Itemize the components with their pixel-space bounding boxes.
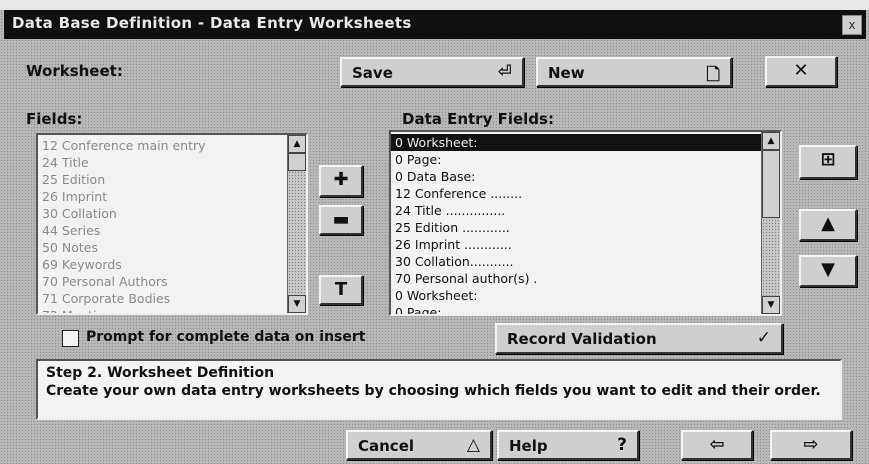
list-item[interactable]: 24 Title <box>42 154 306 171</box>
next-button[interactable]: ⇨ <box>770 430 852 460</box>
list-item[interactable]: 50 Notes <box>42 239 306 256</box>
list-item[interactable]: 30 Collation........... <box>395 253 780 270</box>
list-item[interactable]: 71 Corporate Bodies <box>42 290 306 307</box>
prompt-checkbox[interactable] <box>62 330 79 347</box>
record-validation-button[interactable]: Record Validation ✓ <box>495 323 783 354</box>
arrow-up-icon: ▲ <box>821 213 835 234</box>
cancel-button-label: Cancel <box>358 437 415 455</box>
data-entry-fields-listbox[interactable]: 0 Worksheet: 0 Page: 0 Data Base: 12 Confer… <box>389 130 782 316</box>
remove-field-icon: ▬ <box>332 209 350 230</box>
add-field-icon: ✚ <box>333 169 349 190</box>
scroll-thumb[interactable] <box>288 153 306 171</box>
insert-icon: ⊞ <box>820 149 836 170</box>
save-button[interactable]: Save ⏎ <box>340 57 524 87</box>
back-button[interactable]: ⇦ <box>681 430 753 460</box>
list-item[interactable]: 70 Personal author(s) . <box>395 270 780 287</box>
scroll-thumb[interactable] <box>762 150 780 218</box>
list-item[interactable]: 26 Imprint <box>42 188 306 205</box>
list-item[interactable]: 0 Worksheet: <box>391 134 780 151</box>
status-heading: Step 2. Worksheet Definition <box>46 365 275 381</box>
list-item[interactable]: 30 Collation <box>42 205 306 222</box>
list-item[interactable]: 26 Imprint ............ <box>395 236 780 253</box>
new-document-icon: 🗋 <box>706 65 720 85</box>
scroll-up-arrow-icon[interactable]: ▲ <box>288 135 306 153</box>
arrow-left-icon: ⇦ <box>709 434 725 455</box>
help-button-label: Help <box>509 437 548 455</box>
delete-worksheet-button[interactable]: ✕ <box>765 56 837 87</box>
top-strip <box>0 0 869 10</box>
new-button[interactable]: New 🗋 <box>536 57 732 87</box>
arrow-right-icon: ⇨ <box>803 434 819 455</box>
list-item[interactable]: 0 Page: <box>395 151 780 168</box>
delete-icon: ✕ <box>793 60 809 81</box>
window-title: Data Base Definition - Data Entry Worksh… <box>12 14 412 32</box>
title-bar: Data Base Definition - Data Entry Worksh… <box>4 10 866 39</box>
text-icon: T <box>334 279 348 300</box>
list-item[interactable]: 69 Keywords <box>42 256 306 273</box>
arrow-down-icon: ▼ <box>821 259 835 280</box>
question-mark-icon: ? <box>617 435 627 455</box>
data-entry-fields-list: 0 Worksheet: 0 Page: 0 Data Base: 12 Confer… <box>391 132 780 314</box>
save-icon: ⏎ <box>497 62 512 82</box>
status-panel: Step 2. Worksheet Definition Create your… <box>36 359 842 420</box>
fields-list: 12 Conference main entry 24 Title 25 Editi… <box>38 135 306 313</box>
move-up-button[interactable]: ▲ <box>799 209 857 241</box>
prompt-label: Prompt for complete data on insert <box>86 329 366 345</box>
data-entry-fields-scrollbar[interactable]: ▲ ▼ <box>761 132 780 314</box>
list-item[interactable]: 70 Personal Authors <box>42 273 306 290</box>
list-item[interactable]: 25 Edition ............ <box>395 219 780 236</box>
list-item[interactable]: 12 Conference ........ <box>395 185 780 202</box>
warning-triangle-icon: △ <box>466 435 480 455</box>
list-item[interactable]: 12 Conference main entry <box>42 137 306 154</box>
scroll-up-arrow-icon[interactable]: ▲ <box>762 132 780 150</box>
data-entry-fields-label: Data Entry Fields: <box>402 110 554 128</box>
list-item[interactable]: 0 Page: <box>395 304 780 314</box>
move-down-button[interactable]: ▼ <box>799 255 857 287</box>
list-item[interactable]: 0 Worksheet: <box>395 287 780 304</box>
worksheet-label: Worksheet: <box>26 62 123 80</box>
scroll-down-arrow-icon[interactable]: ▼ <box>762 296 780 314</box>
close-icon[interactable]: x <box>842 15 862 35</box>
fields-scrollbar[interactable]: ▲ ▼ <box>287 135 306 313</box>
record-validation-label: Record Validation <box>507 330 657 348</box>
list-item[interactable]: 44 Series <box>42 222 306 239</box>
list-item[interactable]: 24 Title ............... <box>395 202 780 219</box>
list-item[interactable]: 72 Meetings <box>42 307 306 313</box>
remove-field-button[interactable]: ▬ <box>319 205 363 235</box>
status-description: Create your own data entry worksheets by… <box>46 383 821 399</box>
insert-text-button[interactable]: T <box>319 275 363 305</box>
list-item[interactable]: 25 Edition <box>42 171 306 188</box>
cancel-button[interactable]: Cancel △ <box>346 430 492 460</box>
help-button[interactable]: Help ? <box>497 430 639 460</box>
fields-listbox[interactable]: 12 Conference main entry 24 Title 25 Editi… <box>36 133 308 315</box>
fields-label: Fields: <box>26 110 83 128</box>
list-item[interactable]: 0 Data Base: <box>395 168 780 185</box>
save-button-label: Save <box>352 64 393 82</box>
add-field-button[interactable]: ✚ <box>319 165 363 197</box>
new-button-label: New <box>548 64 585 82</box>
insert-field-button[interactable]: ⊞ <box>799 145 857 179</box>
scroll-down-arrow-icon[interactable]: ▼ <box>288 295 306 313</box>
checkmark-icon: ✓ <box>756 328 771 348</box>
